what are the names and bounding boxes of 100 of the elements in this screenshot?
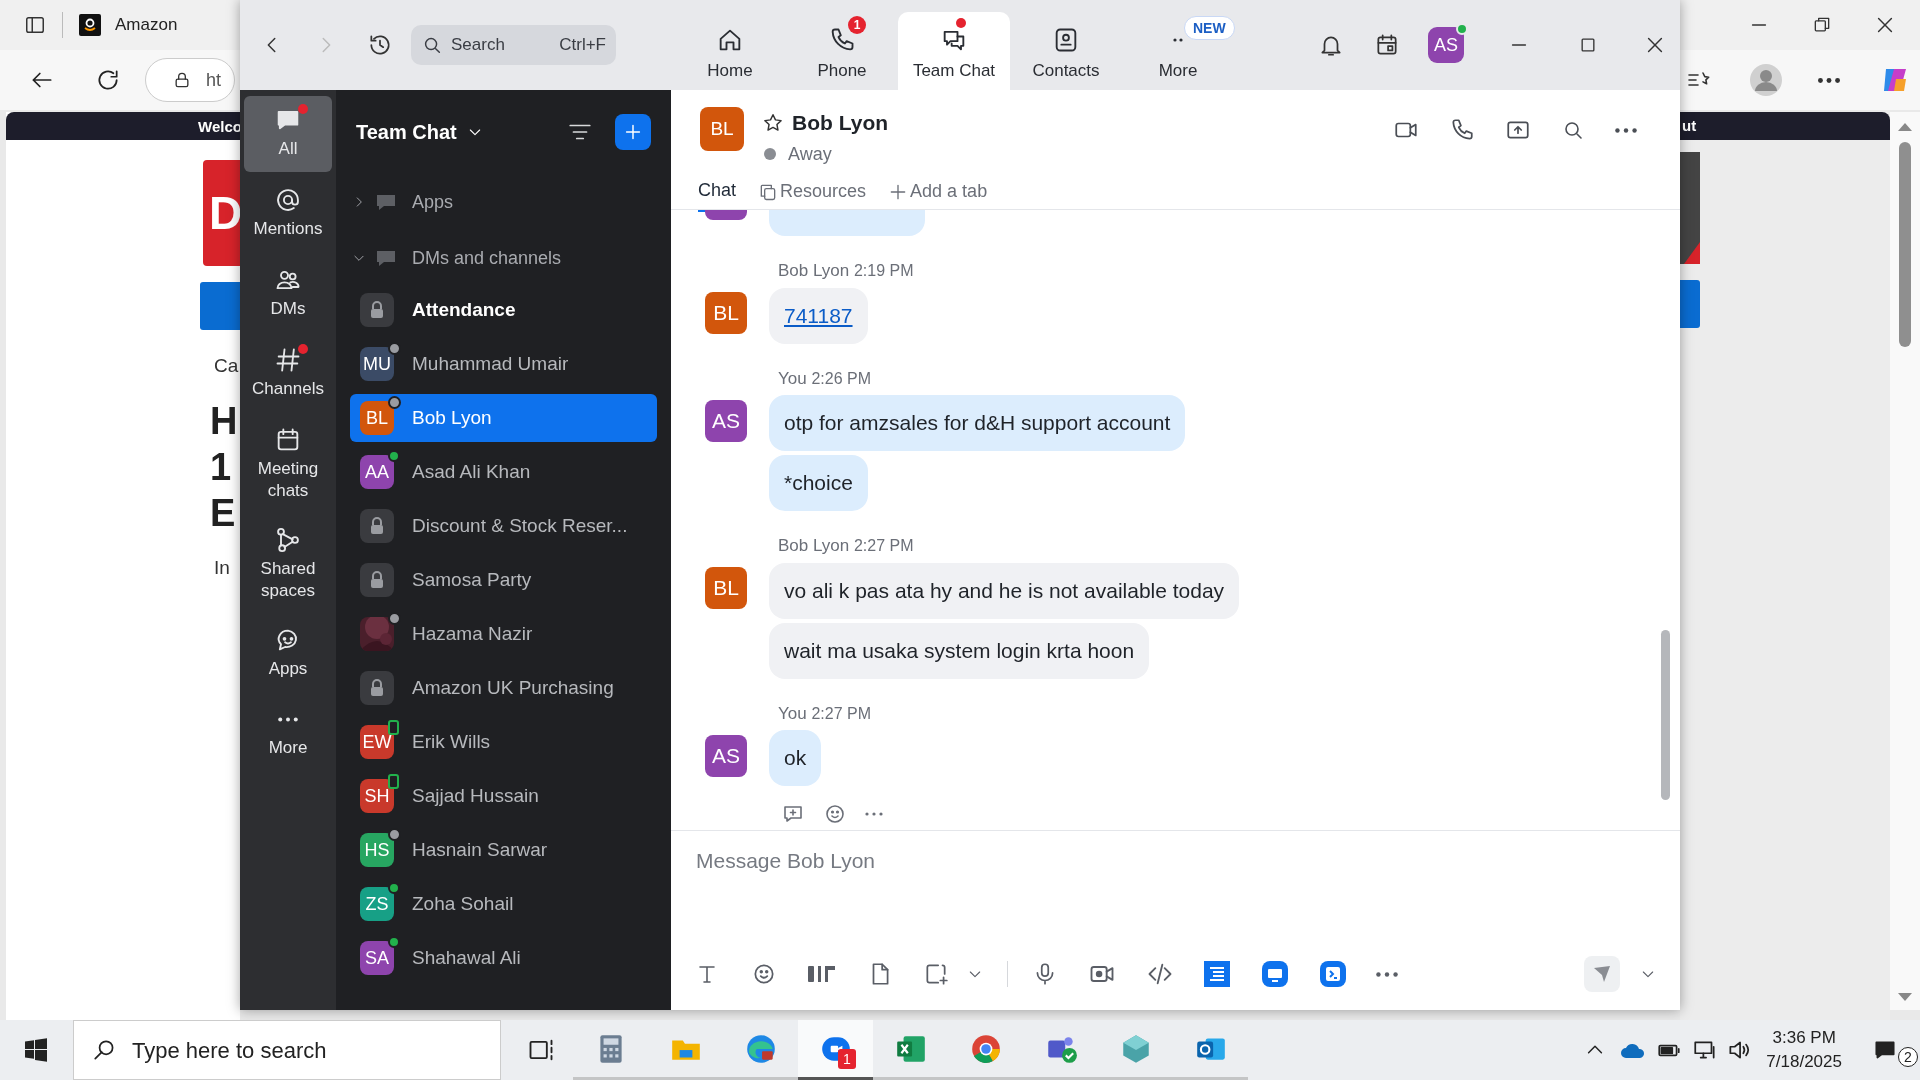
avatar: BL — [705, 567, 747, 609]
sender-name: You — [778, 703, 807, 723]
scroll-up-icon[interactable] — [1898, 122, 1912, 132]
screenshot-icon[interactable] — [923, 961, 949, 987]
scrollbar-thumb[interactable] — [1661, 630, 1670, 800]
section-header[interactable]: DMs and channels — [336, 230, 671, 286]
clock-time[interactable]: 3:36 PM — [1772, 1026, 1836, 1050]
taskbar-app[interactable]: 1 — [798, 1020, 873, 1080]
sidebar-icon[interactable] — [24, 14, 46, 36]
avatar: BL — [705, 292, 747, 334]
nav-tab[interactable]: 1 Phone — [786, 12, 898, 90]
shopping-icon — [79, 14, 101, 36]
channel-avatar — [360, 293, 394, 327]
send-button[interactable] — [1584, 956, 1620, 992]
nav-tab[interactable]: NEW More — [1122, 12, 1234, 90]
history-icon[interactable] — [367, 32, 393, 58]
clock-date[interactable]: 7/18/2025 — [1766, 1050, 1842, 1074]
nav-tab[interactable]: Contacts — [1010, 12, 1122, 90]
sender-name: You — [778, 368, 807, 388]
conversation-item[interactable]: BL Bob Lyon — [350, 394, 657, 442]
list-title[interactable]: Team Chat — [356, 117, 457, 147]
conversation-item[interactable]: HS Hasnain Sarwar — [350, 826, 657, 874]
message-bubble: *choice — [769, 455, 868, 511]
emoji-icon[interactable] — [823, 802, 847, 826]
chat-tab[interactable]: Resources — [758, 171, 867, 212]
nav-tab[interactable]: Team Chat — [898, 12, 1010, 90]
more-icon[interactable] — [1376, 971, 1398, 977]
add-tab-button[interactable]: Add a tab — [888, 171, 988, 212]
search-field[interactable]: Search Ctrl+F — [411, 25, 616, 65]
rail-item[interactable]: Mentions — [244, 176, 332, 252]
more-icon[interactable] — [1615, 127, 1637, 133]
profile-icon[interactable] — [1750, 64, 1782, 96]
conversation-item[interactable]: Attendance — [350, 286, 657, 334]
more-icon[interactable] — [1818, 77, 1840, 83]
rail-item[interactable]: DMs — [244, 256, 332, 332]
cloud-icon[interactable] — [1620, 1041, 1647, 1059]
sender-name: Bob Lyon — [778, 536, 850, 555]
conversation-item[interactable]: ZS Zoha Sohail — [350, 880, 657, 928]
more-icon[interactable] — [865, 812, 883, 816]
new-chat-button[interactable] — [615, 114, 651, 150]
avatar: ZS — [360, 887, 394, 921]
message-bubble: wait ma usaka system login krta hoon — [769, 622, 1150, 679]
start-icon[interactable] — [24, 1038, 48, 1062]
conversation-item[interactable]: MU Muhammad Umair — [350, 340, 657, 388]
conversation-item[interactable]: SH Sajjad Hussain — [350, 772, 657, 820]
page-text: E — [210, 491, 237, 536]
nav-tab[interactable]: Home — [674, 12, 786, 90]
avatar: AA — [360, 455, 394, 489]
rail-item[interactable]: Channels — [244, 336, 332, 412]
page-text: In — [214, 556, 231, 580]
scrollbar[interactable] — [1890, 112, 1920, 1010]
tab-title[interactable]: Amazon — [115, 12, 178, 38]
conversation-item[interactable]: SA Shahawal Ali — [350, 934, 657, 982]
account-avatar[interactable]: AS — [1428, 27, 1464, 63]
rail-item[interactable]: All — [244, 96, 332, 172]
message-bubble: vo ali k pas ata hy and he is not available today — [769, 562, 1240, 619]
sender-name: Bob Lyon — [778, 261, 850, 280]
avatar: BL — [360, 401, 394, 435]
message-time: 2:19 PM — [853, 262, 914, 279]
message-time: 2:27 PM — [853, 537, 914, 554]
message-input[interactable]: Message Bob Lyon — [671, 831, 1680, 946]
otp-link[interactable]: 741187 — [784, 303, 853, 327]
conversation-item[interactable]: Amazon UK Purchasing — [350, 664, 657, 712]
rail-item[interactable]: More — [244, 696, 332, 772]
taskbar-search-field[interactable]: Type here to search — [73, 1020, 501, 1080]
mentions-icon — [274, 186, 302, 214]
avatar: SH — [360, 779, 394, 813]
notes-app-icon[interactable] — [1204, 961, 1230, 987]
avatar: AS — [705, 734, 747, 777]
calendar-icon[interactable] — [1374, 32, 1400, 58]
shared-icon — [274, 526, 302, 554]
logo: D — [203, 160, 240, 266]
scrollbar-thumb[interactable] — [1899, 142, 1911, 347]
conversation-item[interactable]: Samosa Party — [350, 556, 657, 604]
whiteboard-app-icon[interactable] — [1262, 961, 1288, 987]
conversation-item[interactable]: AA Asad Ali Khan — [350, 448, 657, 496]
away-icon — [764, 148, 776, 160]
phone-icon[interactable] — [1449, 117, 1475, 143]
avatar: EW — [360, 725, 394, 759]
rail-item[interactable]: Shared spaces — [244, 516, 332, 612]
star-icon[interactable] — [762, 111, 784, 134]
section-header[interactable]: Apps — [336, 174, 671, 230]
clips-app-icon[interactable] — [1320, 961, 1346, 987]
presence-status: Away — [788, 142, 832, 166]
message-bubble: otp for amzsales for d&H support account — [769, 395, 1186, 451]
avatar — [705, 210, 747, 220]
conversation-item[interactable]: Hazama Nazir — [350, 610, 657, 658]
message-time: 2:27 PM — [811, 704, 871, 722]
channel-avatar — [360, 671, 394, 705]
new-badge: NEW — [1184, 16, 1235, 40]
address-bar[interactable]: ht — [145, 58, 235, 102]
contact-name: Bob Lyon — [792, 110, 889, 136]
more-icon — [1173, 38, 1183, 42]
channel-avatar — [360, 509, 394, 543]
rail-item[interactable]: Apps — [244, 616, 332, 692]
rail-item[interactable]: Meeting chats — [244, 416, 332, 512]
scroll-down-icon[interactable] — [1898, 992, 1912, 1002]
conversation-item[interactable]: EW Erik Wills — [350, 718, 657, 766]
avatar: MU — [360, 347, 394, 381]
conversation-item[interactable]: Discount & Stock Reser... — [350, 502, 657, 550]
